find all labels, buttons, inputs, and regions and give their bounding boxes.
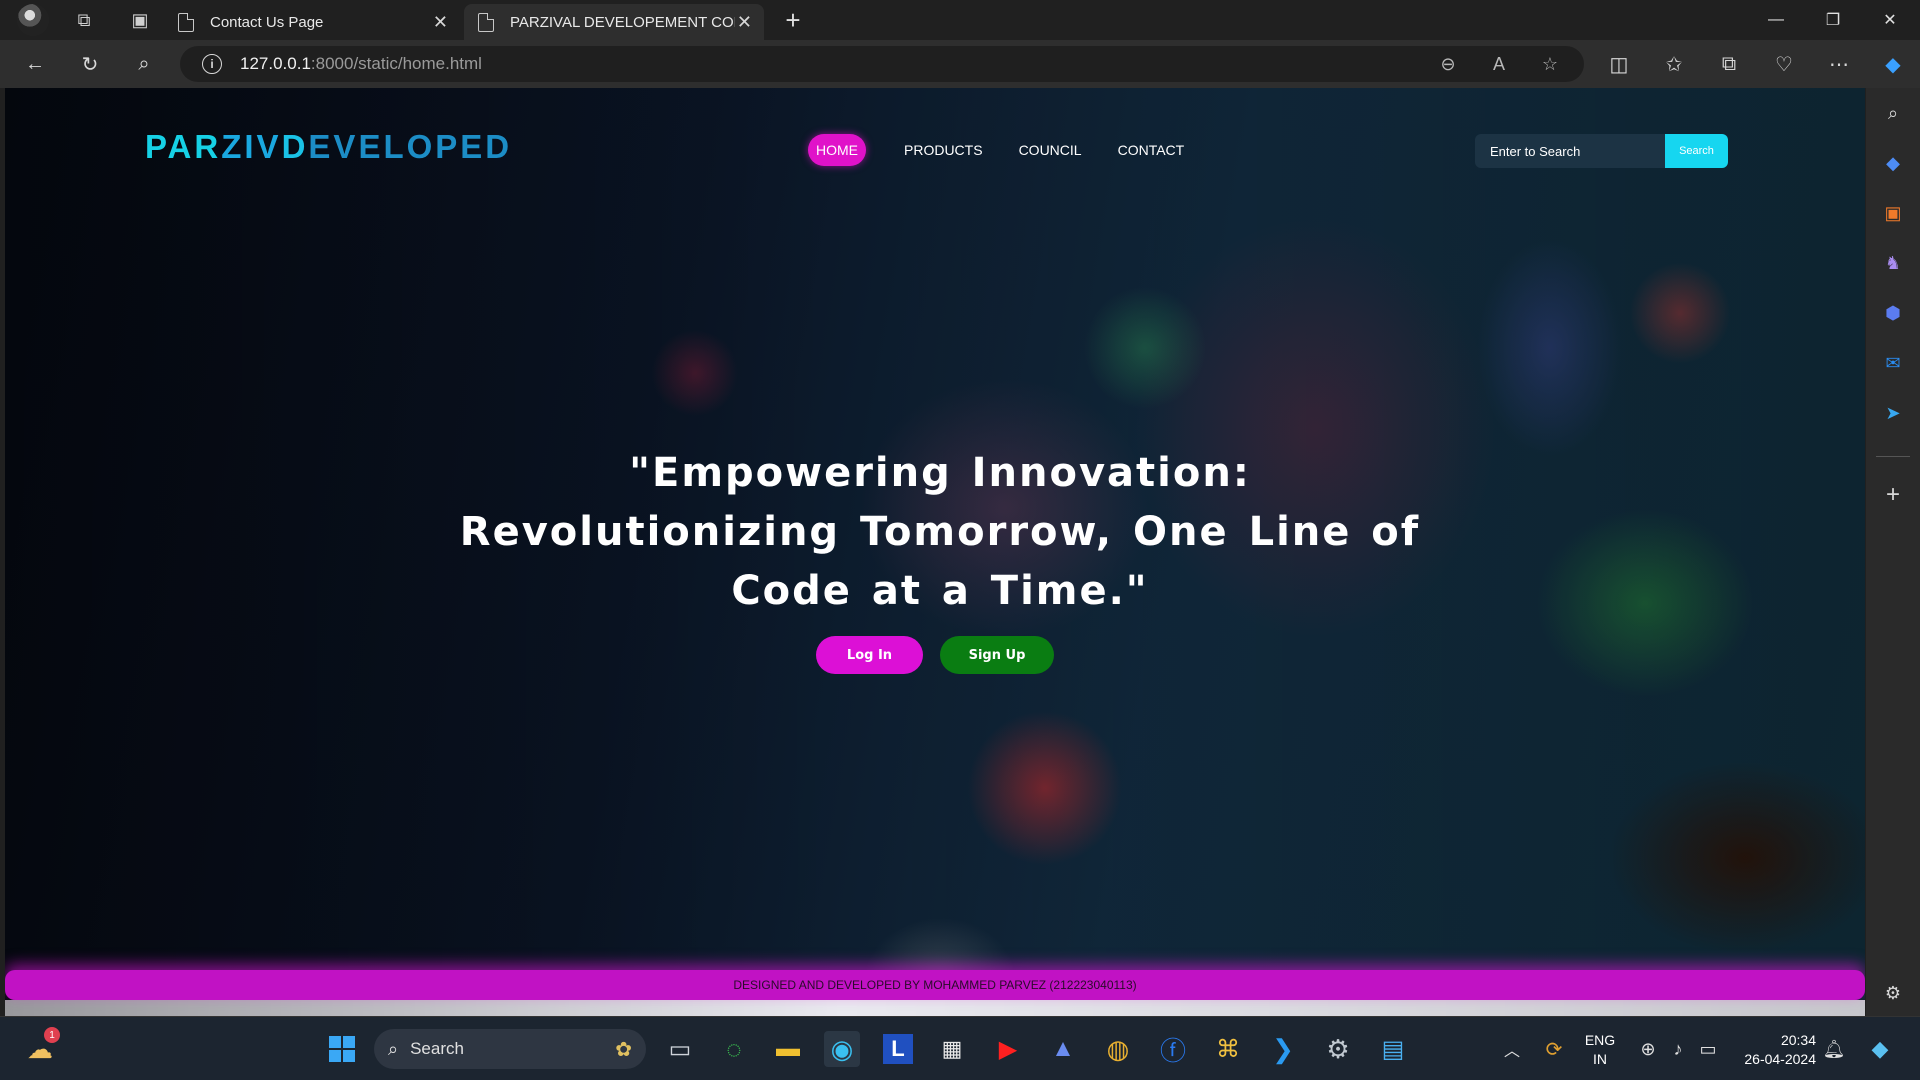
logo-part-2: ZIV <box>221 128 282 165</box>
vertical-tabs-icon[interactable]: ▣ <box>112 0 168 40</box>
start-windows-icon[interactable] <box>324 1031 360 1067</box>
search-icon[interactable]: ⌕ <box>127 48 161 80</box>
vscode-icon[interactable]: ❯ <box>1265 1031 1301 1067</box>
split-screen-icon[interactable]: ◫ <box>1602 48 1636 80</box>
games-icon[interactable]: ♞ <box>1876 246 1910 280</box>
nav-home[interactable]: HOME <box>808 134 866 166</box>
favorites-icon[interactable]: ✩ <box>1657 48 1691 80</box>
back-arrow-icon[interactable]: ← <box>18 48 52 80</box>
app-a-icon[interactable]: ▲ <box>1045 1031 1081 1067</box>
more-options-icon[interactable]: ⋯ <box>1822 48 1856 80</box>
weather-badge: 1 <box>44 1027 60 1043</box>
page-bottom-strip <box>5 1000 1865 1016</box>
login-button[interactable]: Log In <box>816 636 923 674</box>
edge-icon[interactable]: ◉ <box>824 1031 860 1067</box>
weather-widget-icon[interactable]: ☁ 1 <box>22 1027 60 1067</box>
microsoft-365-icon[interactable]: ⬢ <box>1876 296 1910 330</box>
python-icon[interactable]: ⌘ <box>1210 1031 1246 1067</box>
nav-products[interactable]: PRODUCTS <box>886 134 1001 166</box>
new-tab-button[interactable]: + <box>776 4 810 36</box>
hero-quote: "Empowering Innovation: Revolutionizing … <box>459 450 1421 614</box>
language-line-1: ENG <box>1584 1032 1616 1048</box>
sidebar-settings-gear-icon[interactable]: ⚙ <box>1876 976 1910 1010</box>
telegram-icon[interactable]: ➤ <box>1876 396 1910 430</box>
app-ring-icon[interactable]: ◌ <box>716 1031 752 1067</box>
main-nav: HOME PRODUCTS COUNCIL CONTACT <box>808 134 1202 166</box>
minimize-button[interactable]: — <box>1748 0 1804 40</box>
windows-taskbar: ☁ 1 ⌕ Search ✿ ▭ ◌ ▬ ◉ L ▦ ▶ ▲ ◍ ⓕ ⌘ ❯ ⚙… <box>0 1016 1920 1080</box>
tools-briefcase-icon[interactable]: ▣ <box>1876 196 1910 230</box>
search-icon: ⌕ <box>388 1038 399 1059</box>
zoom-out-icon[interactable]: ⊖ <box>1432 48 1464 80</box>
page-icon <box>478 12 494 32</box>
sync-icon[interactable]: ⟳ <box>1536 1031 1572 1067</box>
close-window-button[interactable]: ✕ <box>1862 0 1918 40</box>
sidebar-search-icon[interactable]: ⌕ <box>1876 96 1910 130</box>
close-icon[interactable]: ✕ <box>737 12 752 33</box>
refresh-icon[interactable]: ↻ <box>73 48 107 80</box>
clock-time: 20:34 <box>1780 1032 1816 1048</box>
workspaces-icon[interactable]: ⧉ <box>56 0 112 40</box>
language-indicator[interactable]: ENG IN <box>1580 1031 1620 1069</box>
shopping-tag-icon[interactable]: ◆ <box>1876 146 1910 180</box>
site-info-icon[interactable]: i <box>202 54 222 74</box>
page-viewport: PARZIVDEVELOPED HOME PRODUCTS COUNCIL CO… <box>5 88 1865 1016</box>
profile-button[interactable] <box>0 0 56 40</box>
file-explorer-icon[interactable]: ▬ <box>770 1031 806 1067</box>
outlook-icon[interactable]: ✉ <box>1876 346 1910 380</box>
url-text: 127.0.0.1:8000/static/home.html <box>240 54 482 74</box>
sidebar-divider <box>1876 456 1910 457</box>
profile-avatar <box>17 4 49 36</box>
browser-sidebar: ⌕ ◆ ▣ ♞ ⬢ ✉ ➤ + ⚙ <box>1866 88 1920 1016</box>
add-sidebar-app-icon[interactable]: + <box>1876 478 1910 512</box>
taskbar-search-label: Search <box>410 1039 464 1058</box>
clock-date: 26-04-2024 <box>1744 1051 1816 1067</box>
tab-parzival-home[interactable]: PARZIVAL DEVELOPEMENT COMPANY ✕ <box>464 4 764 40</box>
settings-gear-icon[interactable]: ⚙ <box>1320 1031 1356 1067</box>
chevron-up-icon[interactable]: ︿ <box>1494 1031 1530 1067</box>
site-logo[interactable]: PARZIVDEVELOPED <box>145 128 512 166</box>
close-icon[interactable]: ✕ <box>433 12 448 33</box>
browser-toolbar: ← ↻ ⌕ i 127.0.0.1:8000/static/home.html … <box>0 40 1920 88</box>
url-path: :8000/static/home.html <box>310 54 482 73</box>
clock[interactable]: 20:34 26-04-2024 <box>1732 1031 1816 1069</box>
battery-icon[interactable]: ▭ <box>1690 1031 1726 1067</box>
nav-contact[interactable]: CONTACT <box>1100 134 1203 166</box>
tab-contact-us[interactable]: Contact Us Page ✕ <box>164 4 460 40</box>
chrome-icon[interactable]: ◍ <box>1100 1031 1136 1067</box>
facebook-icon[interactable]: ⓕ <box>1155 1031 1191 1067</box>
language-line-2: IN <box>1593 1051 1607 1067</box>
taskbar-search-box[interactable]: ⌕ Search ✿ <box>374 1029 646 1069</box>
favorite-star-icon[interactable]: ☆ <box>1534 48 1566 80</box>
youtube-icon[interactable]: ▶ <box>990 1031 1026 1067</box>
search-button[interactable]: Search <box>1665 134 1728 168</box>
logo-part-1: PAR <box>145 128 222 165</box>
task-view-icon[interactable]: ▭ <box>662 1031 698 1067</box>
l-app-icon[interactable]: L <box>880 1031 916 1067</box>
logo-part-4: EVELOPED <box>308 128 513 165</box>
logo-part-3: D <box>281 128 309 165</box>
copilot-icon[interactable]: ◆ <box>1876 48 1910 80</box>
site-search: Search <box>1475 134 1728 168</box>
signup-button[interactable]: Sign Up <box>940 636 1054 674</box>
page-icon <box>178 12 194 32</box>
browser-title-bar: ⧉ ▣ Contact Us Page ✕ PARZIVAL DEVELOPEM… <box>0 0 1920 40</box>
collections-icon[interactable]: ⧉ <box>1712 48 1746 80</box>
microsoft-store-icon[interactable]: ▦ <box>934 1031 970 1067</box>
notification-bell-icon[interactable]: 🔔︎ <box>1816 1031 1852 1067</box>
notepad-icon[interactable]: ▤ <box>1375 1031 1411 1067</box>
nav-council[interactable]: COUNCIL <box>1001 134 1100 166</box>
address-bar[interactable]: i 127.0.0.1:8000/static/home.html ⊖ A ☆ <box>180 46 1584 82</box>
read-aloud-icon[interactable]: A <box>1483 48 1515 80</box>
site-footer: DESIGNED AND DEVELOPED BY MOHAMMED PARVE… <box>5 970 1865 1000</box>
browser-essentials-icon[interactable]: ♡ <box>1767 48 1801 80</box>
restore-button[interactable]: ❐ <box>1805 0 1861 40</box>
search-input[interactable] <box>1475 134 1665 168</box>
url-host: 127.0.0.1 <box>240 54 311 73</box>
copilot-taskbar-icon[interactable]: ◆ <box>1862 1031 1898 1067</box>
search-highlight-icon: ✿ <box>615 1038 632 1061</box>
